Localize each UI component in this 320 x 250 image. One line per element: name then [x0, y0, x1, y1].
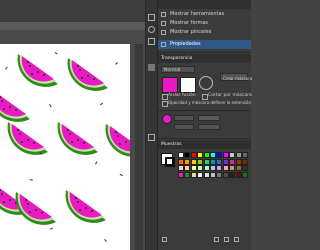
color-swatch[interactable]	[229, 158, 236, 165]
brush-icon	[161, 30, 166, 35]
tools-icon[interactable]	[148, 14, 155, 21]
color-swatch[interactable]	[210, 165, 216, 172]
color-swatch[interactable]	[210, 158, 216, 165]
create-mask-button[interactable]: Crear máscara	[220, 73, 252, 81]
color-swatch[interactable]	[197, 152, 204, 158]
create-mask-label: Crear máscara	[223, 75, 253, 81]
color-swatch[interactable]	[222, 158, 229, 165]
no-mask-icon	[199, 76, 213, 90]
color-swatch[interactable]	[235, 152, 242, 158]
color-swatch[interactable]	[178, 152, 184, 158]
shapes-icon	[161, 21, 166, 26]
color-swatch[interactable]	[235, 158, 242, 165]
transparency-icon[interactable]	[148, 64, 155, 71]
panel-header	[158, 0, 251, 9]
color-swatch[interactable]	[235, 171, 242, 178]
color-swatch[interactable]	[190, 158, 197, 165]
blend-mode-select[interactable]: Normal	[161, 66, 195, 73]
color-swatch[interactable]	[222, 171, 229, 178]
color-swatch[interactable]	[235, 165, 242, 172]
tools-icon	[161, 12, 166, 17]
menu-item-label: Mostrar pinceles	[170, 29, 212, 35]
color-swatch[interactable]	[190, 171, 197, 178]
transparency-title: Transparencia	[161, 56, 193, 61]
mask-thumbnail[interactable]	[180, 77, 196, 93]
color-swatch[interactable]	[222, 152, 229, 158]
document-canvas[interactable]	[0, 0, 145, 250]
effects-select[interactable]	[198, 124, 220, 130]
color-swatch[interactable]	[197, 165, 204, 172]
swatches-panel-header: Muestras	[158, 140, 251, 149]
stroke-swatch-large[interactable]	[165, 157, 175, 167]
color-swatch[interactable]	[197, 171, 204, 178]
color-swatch[interactable]	[184, 165, 191, 172]
color-swatch[interactable]	[242, 165, 248, 172]
opacity-mask-label: Opacidad y máscara definen la extensión	[168, 100, 251, 105]
color-swatch[interactable]	[216, 158, 223, 165]
menu-item-brushes[interactable]: Mostrar pinceles	[158, 28, 251, 37]
isolate-blend-label: Aislar fusión	[168, 93, 196, 98]
artboard[interactable]	[0, 44, 130, 250]
blend-mode-value: Normal	[164, 68, 181, 73]
opacity-field[interactable]	[198, 115, 220, 121]
document-tab-bar	[0, 0, 145, 22]
color-swatch[interactable]	[190, 165, 197, 172]
color-swatch[interactable]	[190, 152, 197, 158]
color-swatch[interactable]	[229, 152, 236, 158]
color-swatch[interactable]	[210, 171, 216, 178]
color-swatch[interactable]	[203, 171, 210, 178]
color-swatch[interactable]	[242, 152, 248, 158]
color-swatch[interactable]	[178, 171, 184, 178]
object-thumbnail[interactable]	[162, 77, 178, 93]
color-swatch[interactable]	[210, 152, 216, 158]
transparency-panel-header: Transparencia	[158, 54, 251, 63]
color-swatch[interactable]	[242, 171, 248, 178]
swatch-grid	[178, 152, 248, 188]
shapes-icon[interactable]	[148, 26, 155, 33]
vertical-scrollbar[interactable]	[135, 44, 143, 250]
swatches-title: Muestras	[161, 142, 182, 147]
library-icon[interactable]	[162, 237, 167, 242]
color-swatch[interactable]	[178, 158, 184, 165]
color-swatch[interactable]	[216, 165, 223, 172]
color-swatch[interactable]	[229, 171, 236, 178]
color-swatch[interactable]	[203, 165, 210, 172]
brush-icon[interactable]	[148, 38, 155, 45]
color-swatch[interactable]	[197, 158, 204, 165]
folder-icon[interactable]	[214, 237, 219, 242]
fill-icon[interactable]	[162, 114, 172, 124]
menu-item-label: Mostrar herramientas	[170, 11, 225, 17]
color-swatch[interactable]	[229, 165, 236, 172]
watermelon-pattern	[0, 52, 130, 242]
color-swatch[interactable]	[184, 158, 191, 165]
color-swatch[interactable]	[184, 152, 191, 158]
stroke-select[interactable]	[174, 115, 194, 121]
style-select[interactable]	[174, 124, 194, 130]
color-swatch[interactable]	[216, 171, 223, 178]
swatches-footer	[162, 236, 248, 244]
color-swatch[interactable]	[203, 158, 210, 165]
color-swatch[interactable]	[178, 165, 184, 172]
menu-item-properties[interactable]: Propiedades	[158, 40, 251, 49]
properties-icon	[161, 42, 166, 47]
properties-panel: Mostrar herramientas Mostrar formas Most…	[157, 0, 252, 250]
menu-item-label: Mostrar formas	[170, 20, 209, 26]
color-swatch[interactable]	[184, 171, 191, 178]
top-ruler	[0, 22, 145, 30]
menu-item-label: Propiedades	[170, 41, 201, 47]
new-swatch-icon[interactable]	[224, 237, 229, 242]
color-swatch[interactable]	[203, 152, 210, 158]
menu-item-shapes[interactable]: Mostrar formas	[158, 19, 251, 28]
color-swatch[interactable]	[222, 165, 229, 172]
swatches-icon[interactable]	[148, 134, 155, 141]
color-swatch[interactable]	[216, 152, 223, 158]
clip-mask-label: Cortar por máscara	[208, 93, 252, 98]
delete-icon[interactable]	[234, 237, 239, 242]
color-swatch[interactable]	[242, 158, 248, 165]
menu-item-tools[interactable]: Mostrar herramientas	[158, 10, 251, 19]
